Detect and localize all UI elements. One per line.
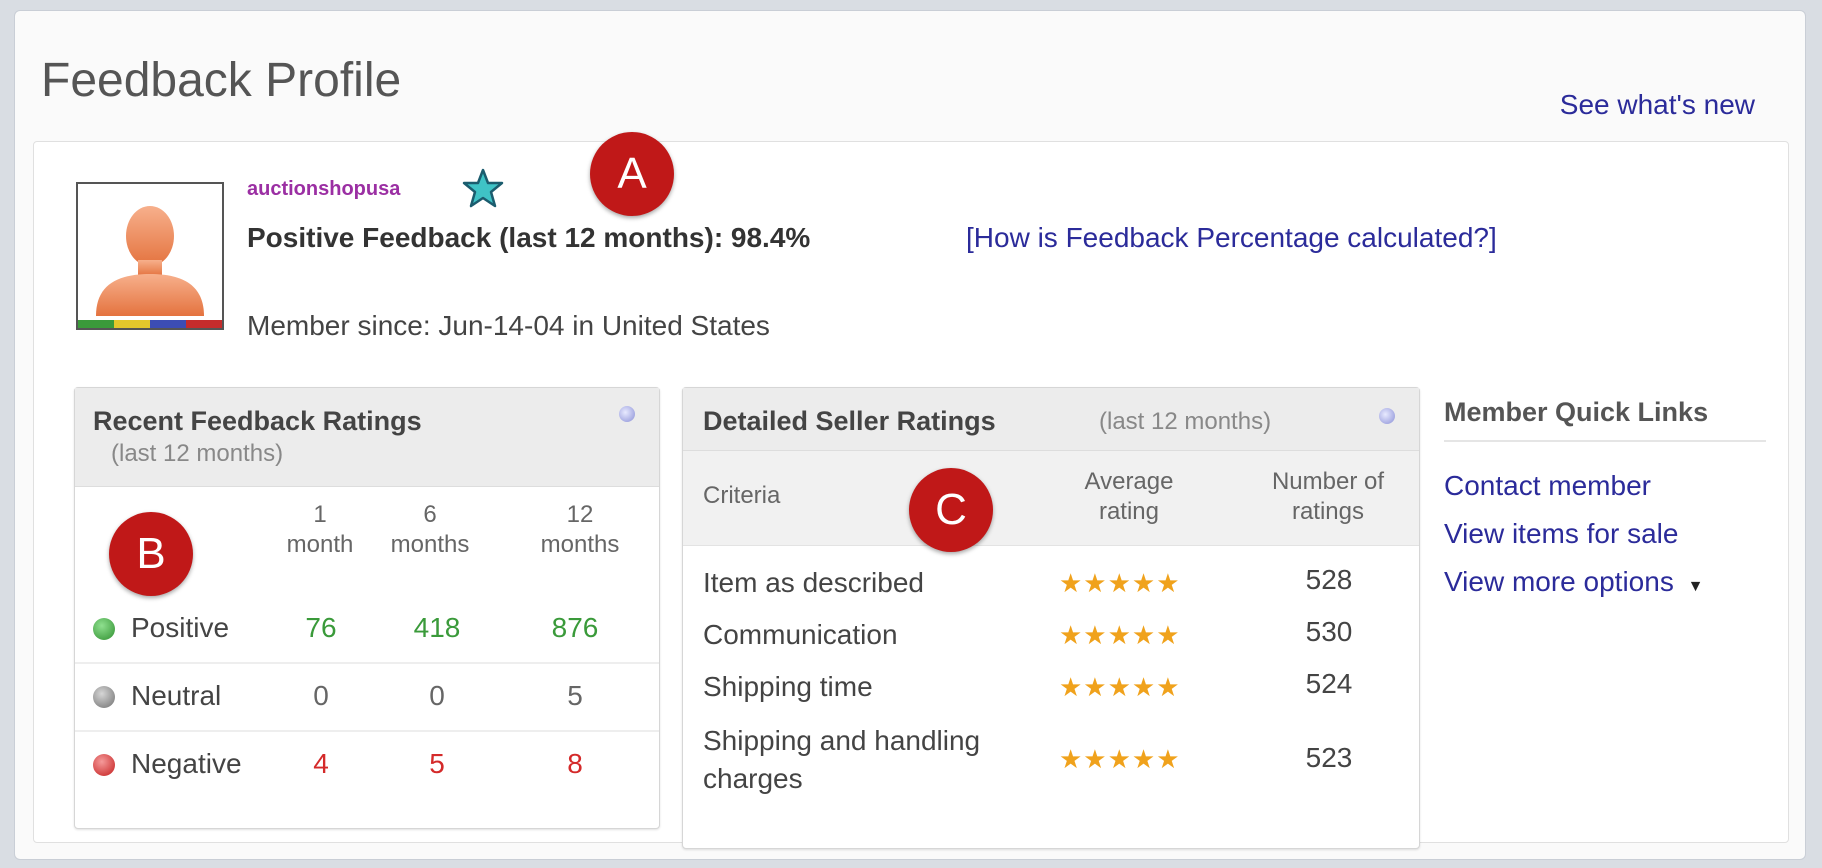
marker-c: C — [909, 468, 993, 552]
view-more-options-label: View more options — [1444, 566, 1674, 597]
detailed-ratings-column-header: Criteria Average rating Number of rating… — [683, 451, 1419, 546]
rating-count: 530 — [1305, 616, 1353, 647]
username-link[interactable]: auctionshopusa — [247, 178, 400, 201]
divider — [1444, 440, 1766, 442]
star-rating: ★★★★★ — [1059, 568, 1181, 598]
avatar-color-stripe — [78, 320, 222, 328]
member-quick-links-title: Member Quick Links — [1444, 397, 1709, 427]
col-criteria: Criteria — [703, 482, 781, 509]
member-since-text: Member since: Jun-14-04 in United States — [247, 310, 770, 341]
feedback-percentage-help-link[interactable]: [How is Feedback Percentage calculated?] — [966, 222, 1497, 254]
feedback-profile-window: Feedback Profile See what's new auctions… — [14, 10, 1806, 860]
see-whats-new-link[interactable]: See what's new — [1560, 89, 1755, 121]
rating-row-positive: Positive 76 418 876 — [75, 596, 659, 662]
col-12-months: 12 months — [540, 501, 620, 558]
info-icon[interactable] — [1379, 408, 1395, 424]
recent-feedback-header: Recent Feedback Ratings (last 12 months) — [75, 388, 659, 487]
detailed-ratings-title: Detailed Seller Ratings — [703, 406, 996, 436]
rating-row-negative: Negative 4 5 8 — [75, 730, 659, 798]
negative-icon — [93, 754, 115, 776]
rating-value: 5 — [567, 680, 583, 711]
page-title: Feedback Profile — [41, 54, 402, 107]
view-more-options-link[interactable]: View more options ▼ — [1444, 566, 1703, 598]
marker-b: B — [109, 512, 193, 596]
view-items-for-sale-link[interactable]: View items for sale — [1444, 518, 1678, 550]
criteria-label: Shipping and handling charges — [703, 725, 981, 794]
rating-count: 528 — [1305, 564, 1353, 595]
rating-value: 418 — [413, 612, 461, 643]
criteria-label: Communication — [703, 619, 898, 650]
person-silhouette-icon — [96, 206, 204, 316]
rating-label: Positive — [131, 612, 230, 643]
rating-count: 523 — [1305, 742, 1353, 773]
rating-value: 0 — [313, 680, 329, 711]
criteria-label: Item as described — [703, 567, 924, 598]
marker-a: A — [590, 132, 674, 216]
contact-member-link[interactable]: Contact member — [1444, 470, 1651, 502]
rating-row-neutral: Neutral 0 0 5 — [75, 662, 659, 730]
rating-value: 4 — [313, 748, 329, 779]
positive-feedback-text: Positive Feedback (last 12 months): 98.4… — [247, 222, 811, 253]
recent-feedback-subtitle: (last 12 months) — [111, 440, 284, 467]
seller-star-icon — [462, 168, 504, 208]
header: Feedback Profile See what's new — [15, 11, 1805, 131]
positive-icon — [93, 618, 115, 640]
criteria-label: Shipping time — [703, 671, 873, 702]
col-average-rating: Average rating — [1084, 468, 1174, 525]
rating-label: Neutral — [131, 680, 222, 711]
neutral-icon — [93, 686, 115, 708]
rating-count: 524 — [1305, 668, 1353, 699]
detailed-seller-ratings-box: Detailed Seller Ratings (last 12 months)… — [682, 387, 1420, 849]
profile-panel: auctionshopusa A Positive Feedback (last… — [33, 132, 1789, 849]
recent-feedback-title: Recent Feedback Ratings — [93, 406, 422, 436]
avatar — [76, 182, 224, 330]
col-1-month: 1 month — [286, 501, 354, 558]
star-rating: ★★★★★ — [1059, 744, 1181, 774]
rating-value: 76 — [305, 612, 337, 643]
detailed-ratings-subtitle: (last 12 months) — [1099, 408, 1272, 435]
recent-feedback-box: Recent Feedback Ratings (last 12 months)… — [74, 387, 660, 829]
detailed-ratings-header: Detailed Seller Ratings (last 12 months) — [683, 388, 1419, 451]
rating-value: 8 — [567, 748, 583, 779]
rating-value: 0 — [429, 680, 445, 711]
caret-down-icon: ▼ — [1687, 578, 1704, 595]
col-number-of-ratings: Number of ratings — [1271, 468, 1385, 525]
col-6-months: 6 months — [390, 501, 470, 558]
star-rating: ★★★★★ — [1059, 620, 1181, 650]
rating-value: 5 — [429, 748, 445, 779]
rating-label: Negative — [131, 748, 242, 779]
info-icon[interactable] — [619, 406, 635, 422]
star-rating: ★★★★★ — [1059, 672, 1181, 702]
rating-value: 876 — [551, 612, 599, 643]
